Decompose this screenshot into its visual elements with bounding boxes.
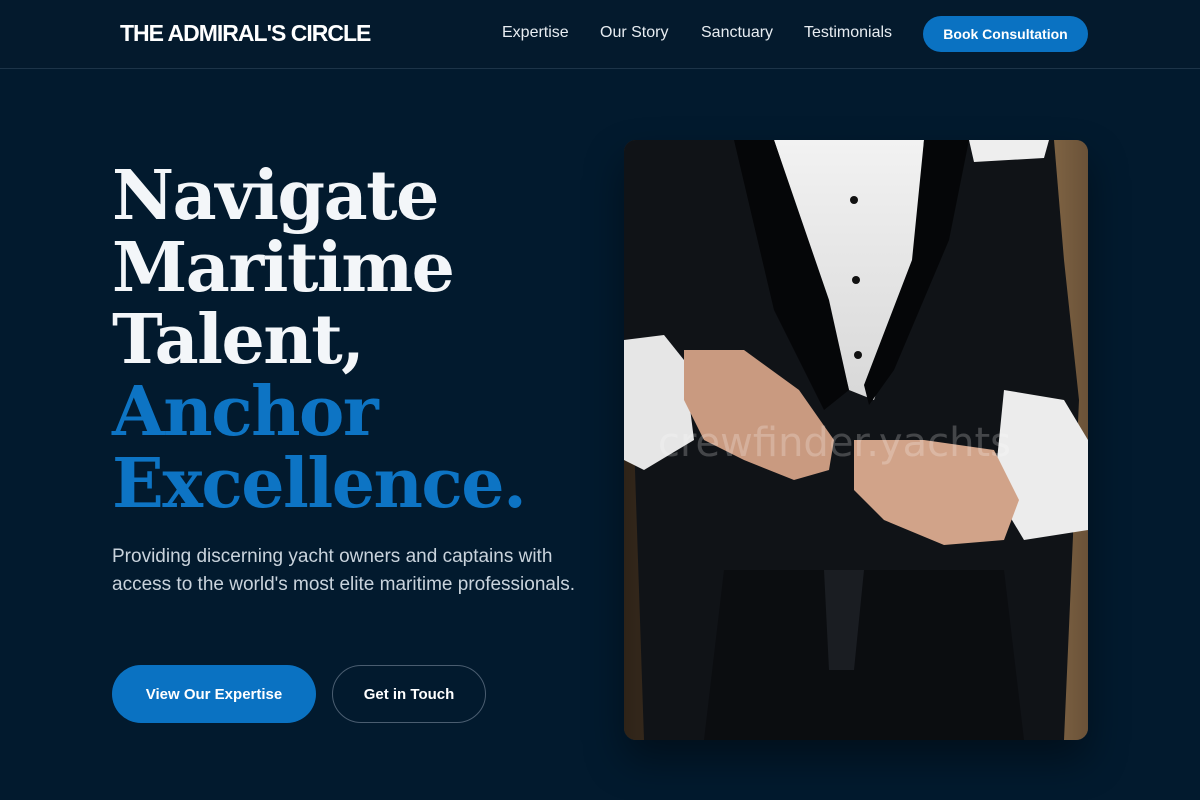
book-consultation-button[interactable]: Book Consultation (923, 16, 1088, 52)
nav-link-expertise[interactable]: Expertise (502, 24, 569, 42)
site-header: THE ADMIRAL'S CIRCLE Expertise Our Story… (0, 0, 1200, 69)
headline-line-accent: Excellence. (112, 444, 527, 524)
hero-photo: crewfinder.yachts (624, 140, 1088, 740)
view-expertise-button[interactable]: View Our Expertise (112, 665, 316, 723)
nav-link-sanctuary[interactable]: Sanctuary (701, 24, 773, 42)
nav-link-testimonials[interactable]: Testimonials (804, 24, 892, 42)
get-in-touch-button[interactable]: Get in Touch (332, 665, 486, 723)
headline-line: Navigate (112, 156, 439, 236)
headline-line: Talent, (112, 300, 365, 380)
nav-link-our-story[interactable]: Our Story (600, 24, 668, 42)
headline-line: Maritime (112, 228, 455, 308)
headline-line-accent: Anchor (112, 372, 379, 452)
image-watermark: crewfinder.yachts (658, 420, 1011, 466)
hero-subtext: Providing discerning yacht owners and ca… (112, 546, 575, 595)
hero-headline: Navigate Maritime Talent, Anchor Excelle… (112, 160, 592, 520)
